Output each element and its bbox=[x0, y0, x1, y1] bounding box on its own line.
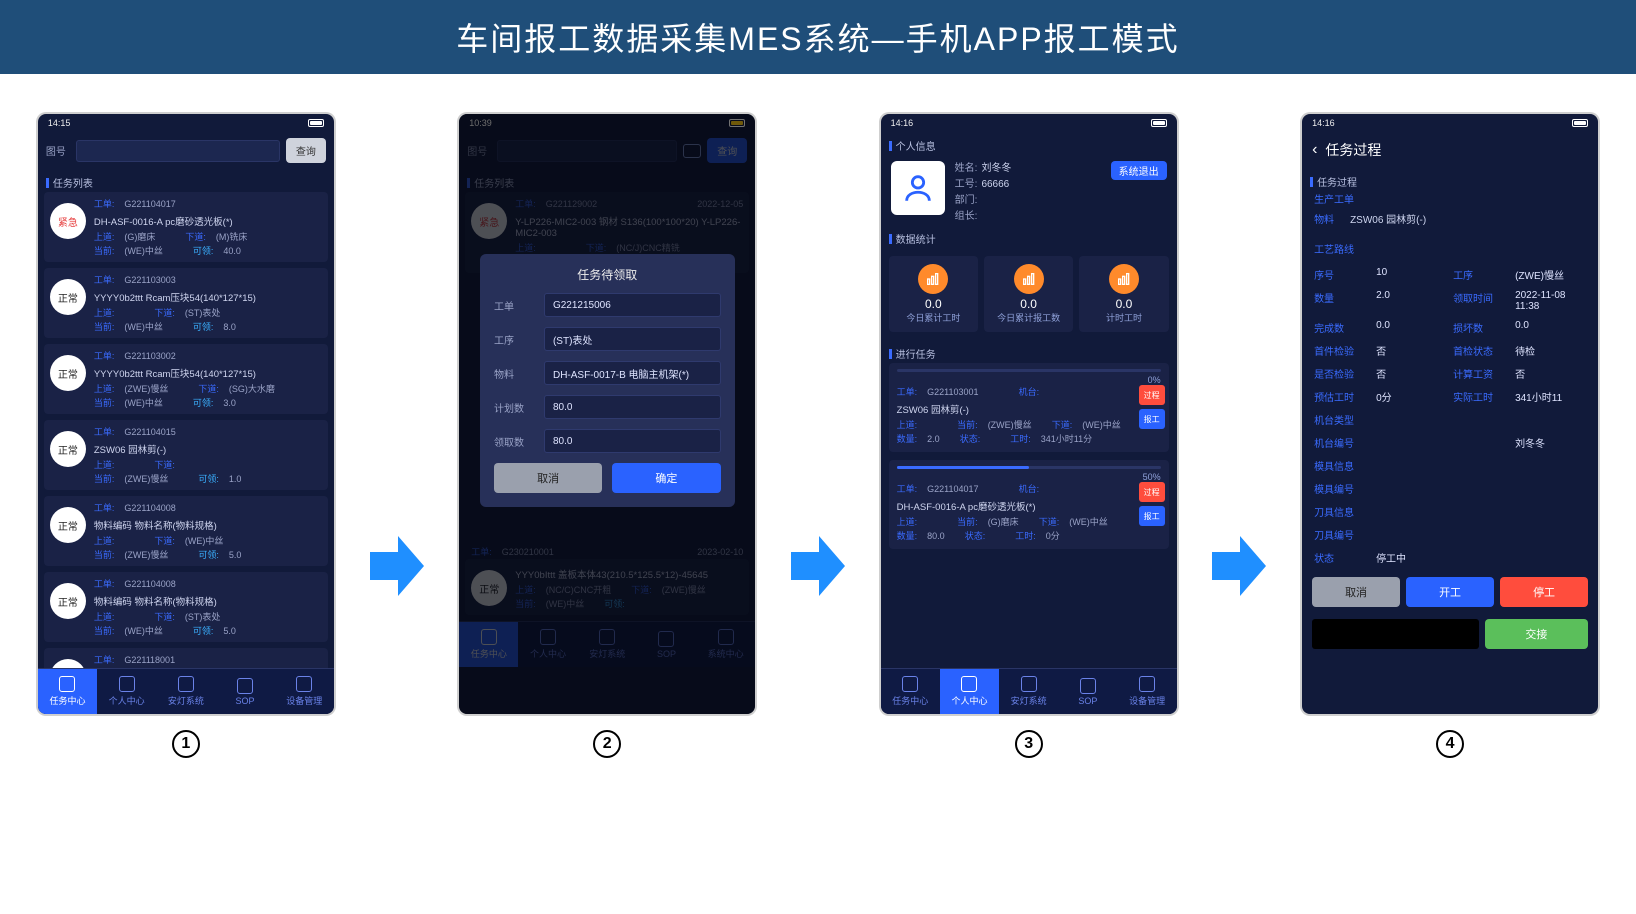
report-button[interactable]: 报工 bbox=[1139, 409, 1165, 429]
battery-icon bbox=[308, 119, 324, 127]
dark-input[interactable] bbox=[1312, 619, 1479, 649]
priority-badge: 正常 bbox=[50, 583, 86, 619]
shield-icon bbox=[178, 676, 194, 692]
task-card[interactable]: 正常 工单:G221104008 物料编码 物料名称(物料规格) 上道:下道:(… bbox=[44, 496, 328, 566]
profile: 姓名:刘冬冬 系统退出 工号:66666 部门: 组长: bbox=[881, 155, 1177, 225]
task-claim-modal: 任务待领取 工单G221215006 工序(ST)表处 物料DH-ASF-001… bbox=[480, 254, 735, 507]
priority-badge: 正常 bbox=[50, 279, 86, 315]
start-button[interactable]: 开工 bbox=[1406, 577, 1494, 607]
task-card[interactable]: 正常 工单:G221104008 物料编码 物料名称(物料规格) 上道:下道:(… bbox=[44, 572, 328, 642]
nav-andon[interactable]: 安灯系统 bbox=[999, 669, 1058, 714]
task-card[interactable]: 紧急 工单:G221104017 DH-ASF-0016-A pc磨砂透光板(*… bbox=[44, 192, 328, 262]
modal-overlay: 任务待领取 工单G221215006 工序(ST)表处 物料DH-ASF-001… bbox=[459, 114, 755, 714]
logout-button[interactable]: 系统退出 bbox=[1111, 161, 1167, 180]
stat-card: 0.0今日累计工时 bbox=[889, 256, 978, 332]
search-row: 图号 查询 bbox=[38, 132, 334, 169]
nav-andon[interactable]: 安灯系统 bbox=[156, 669, 215, 714]
stop-button[interactable]: 停工 bbox=[1500, 577, 1588, 607]
nav-sop[interactable]: SOP bbox=[215, 669, 274, 714]
stat-card: 0.0计时工时 bbox=[1079, 256, 1168, 332]
cancel-button[interactable]: 取消 bbox=[494, 463, 602, 493]
progress-card[interactable]: 50% 工单:G221104017机台: DH-ASF-0016-A pc磨砂透… bbox=[889, 460, 1169, 549]
battery-icon bbox=[1572, 119, 1588, 127]
phone-4: 14:16 ‹ 任务过程 任务过程 生产工单 物料ZSW06 园林剪(-) 工艺… bbox=[1302, 114, 1598, 714]
stat-card: 0.0今日累计报工数 bbox=[984, 256, 1073, 332]
confirm-button[interactable]: 确定 bbox=[612, 463, 720, 493]
chart-icon bbox=[1109, 264, 1139, 294]
task-card[interactable]: 工单:G221118001 bbox=[44, 648, 328, 668]
arrow-icon bbox=[1212, 114, 1266, 758]
nav-device[interactable]: 设备管理 bbox=[1117, 669, 1176, 714]
modal-wo[interactable]: G221215006 bbox=[544, 293, 721, 317]
detail-grid: 序号10工序(ZWE)慢丝 数量2.0领取时间2022-11-08 11:38 … bbox=[1302, 261, 1598, 571]
drawing-input[interactable] bbox=[76, 140, 280, 162]
report-button[interactable]: 报工 bbox=[1139, 506, 1165, 526]
status-bar: 14:15 bbox=[38, 114, 334, 132]
cancel-button[interactable]: 取消 bbox=[1312, 577, 1400, 607]
nav-sop[interactable]: SOP bbox=[1058, 669, 1117, 714]
handover-button[interactable]: 交接 bbox=[1485, 619, 1588, 649]
nav-device[interactable]: 设备管理 bbox=[275, 669, 334, 714]
task-list: 紧急 工单:G221104017 DH-ASF-0016-A pc磨砂透光板(*… bbox=[38, 192, 334, 668]
nav-personal[interactable]: 个人中心 bbox=[940, 669, 999, 714]
nav-personal[interactable]: 个人中心 bbox=[97, 669, 156, 714]
chart-icon bbox=[1014, 264, 1044, 294]
nav-tasks[interactable]: 任务中心 bbox=[881, 669, 940, 714]
step-4: 4 bbox=[1436, 730, 1464, 758]
priority-badge bbox=[50, 659, 86, 668]
task-card[interactable]: 正常 工单:G221103003 YYYY0b2ttt Rcam压块54(140… bbox=[44, 268, 328, 338]
user-icon bbox=[119, 676, 135, 692]
doc-icon bbox=[237, 678, 253, 694]
process-button[interactable]: 过程 bbox=[1139, 385, 1165, 405]
clipboard-icon bbox=[59, 676, 75, 692]
drawing-label: 图号 bbox=[46, 143, 70, 158]
step-3: 3 bbox=[1015, 730, 1043, 758]
screen-title: 任务过程 bbox=[1325, 140, 1381, 160]
avatar bbox=[891, 161, 945, 215]
modal-take-qty[interactable]: 80.0 bbox=[544, 429, 721, 453]
step-2: 2 bbox=[593, 730, 621, 758]
phone-3: 14:16 个人信息 姓名:刘冬冬 系统退出 工号:66666 部门: 组长: … bbox=[881, 114, 1177, 714]
page-title: 车间报工数据采集MES系统—手机APP报工模式 bbox=[0, 0, 1636, 74]
section-task-list: 任务列表 bbox=[38, 169, 334, 192]
modal-proc[interactable]: (ST)表处 bbox=[544, 327, 721, 351]
task-card[interactable]: 正常 工单:G221104015 ZSW06 园林剪(-) 上道:下道: 当前:… bbox=[44, 420, 328, 490]
phone-1: 14:15 图号 查询 任务列表 紧急 工单:G221104017 DH-ASF… bbox=[38, 114, 334, 714]
arrow-icon bbox=[370, 114, 424, 758]
nav-tasks[interactable]: 任务中心 bbox=[38, 669, 97, 714]
bottom-nav: 任务中心 个人中心 安灯系统 SOP 设备管理 bbox=[881, 668, 1177, 714]
chart-icon bbox=[918, 264, 948, 294]
modal-material[interactable]: DH-ASF-0017-B 电脑主机架(*) bbox=[544, 361, 721, 385]
arrow-icon bbox=[791, 114, 845, 758]
query-button[interactable]: 查询 bbox=[286, 138, 326, 163]
priority-badge: 正常 bbox=[50, 431, 86, 467]
modal-plan-qty[interactable]: 80.0 bbox=[544, 395, 721, 419]
server-icon bbox=[296, 676, 312, 692]
step-1: 1 bbox=[172, 730, 200, 758]
phone-2: 10:39 图号 查询 任务列表 紧急 工单:G2211290022022-12… bbox=[459, 114, 755, 714]
bottom-nav: 任务中心 个人中心 安灯系统 SOP 设备管理 bbox=[38, 668, 334, 714]
priority-badge: 紧急 bbox=[50, 203, 86, 239]
canvas: 14:15 图号 查询 任务列表 紧急 工单:G221104017 DH-ASF… bbox=[0, 74, 1636, 768]
stats-row: 0.0今日累计工时 0.0今日累计报工数 0.0计时工时 bbox=[881, 248, 1177, 340]
modal-title: 任务待领取 bbox=[494, 266, 721, 283]
priority-badge: 正常 bbox=[50, 355, 86, 391]
back-button[interactable]: ‹ bbox=[1312, 141, 1317, 159]
progress-card[interactable]: 0% 工单:G221103001机台: ZSW06 园林剪(-) 上道:当前:(… bbox=[889, 363, 1169, 452]
task-card[interactable]: 正常 工单:G221103002 YYYY0b2ttt Rcam压块54(140… bbox=[44, 344, 328, 414]
process-button[interactable]: 过程 bbox=[1139, 482, 1165, 502]
battery-icon bbox=[1151, 119, 1167, 127]
priority-badge: 正常 bbox=[50, 507, 86, 543]
